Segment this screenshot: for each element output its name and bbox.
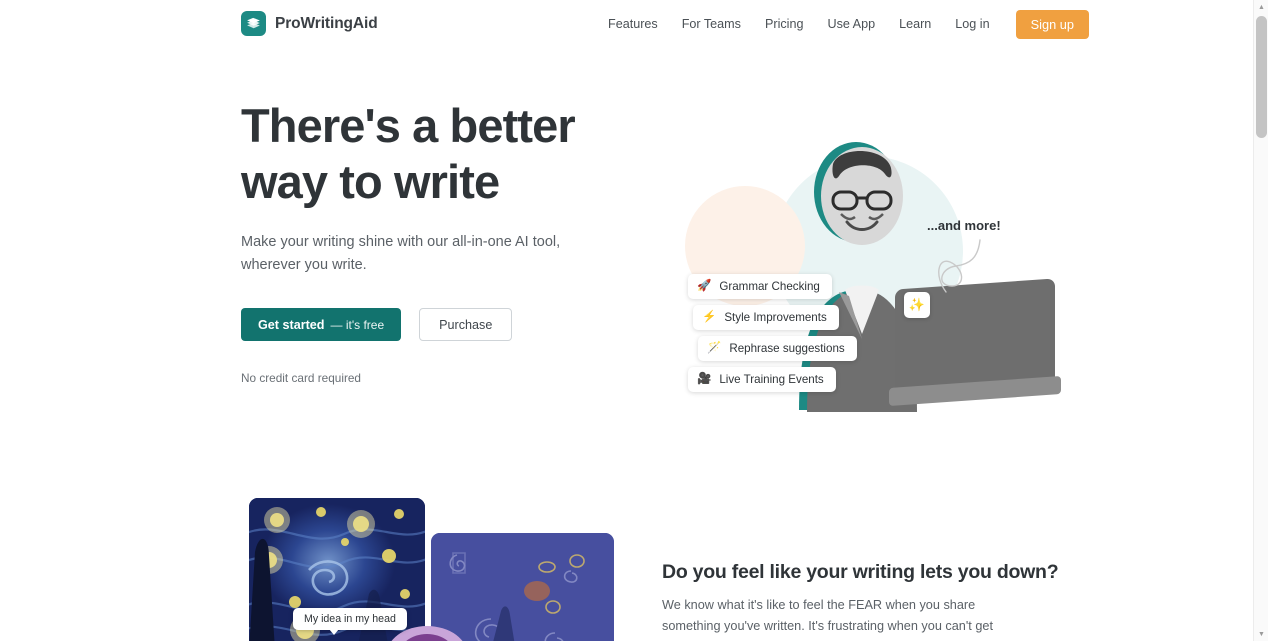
feature-chip-rephrase-suggestions: 🪄 Rephrase suggestions	[698, 336, 857, 361]
nav-link-use-app[interactable]: Use App	[815, 12, 887, 37]
hero-title-line-1: There's a better	[241, 99, 576, 152]
hero-copy: There's a better way to write Make your …	[241, 98, 641, 385]
page-viewport: ProWritingAid Features For Teams Pricing…	[0, 0, 1253, 641]
sign-up-button[interactable]: Sign up	[1015, 9, 1090, 39]
scroll-up-arrow-icon[interactable]: ▲	[1254, 0, 1268, 14]
scroll-down-arrow-icon[interactable]: ▼	[1254, 627, 1268, 641]
hero-subtitle: Make your writing shine with our all-in-…	[241, 234, 561, 273]
brand-name: ProWritingAid	[275, 14, 378, 32]
hero-illustration: ...and more! ✨ 🚀 Grammar Checking ⚡ Styl…	[655, 96, 1061, 436]
feature-chip-style-improvements: ⚡ Style Improvements	[693, 305, 839, 330]
get-started-button[interactable]: Get started — it's free	[241, 308, 402, 341]
artwork-comparison-illustration: My idea in my head	[249, 498, 624, 641]
magic-wand-icon: 🪄	[707, 341, 722, 354]
no-credit-card-note: No credit card required	[241, 371, 361, 385]
feature-chip-grammar-checking: 🚀 Grammar Checking	[688, 274, 832, 299]
get-started-label: Get started	[258, 317, 325, 332]
page-root: ProWritingAid Features For Teams Pricing…	[0, 0, 1268, 641]
feature-chip-list: 🚀 Grammar Checking ⚡ Style Improvements …	[688, 274, 857, 392]
lightning-icon: ⚡	[702, 310, 717, 323]
video-camera-icon: 🎥	[697, 372, 712, 385]
feature-chip-label: Grammar Checking	[719, 280, 820, 293]
rocket-icon: 🚀	[697, 279, 712, 292]
nav-link-pricing[interactable]: Pricing	[753, 12, 816, 37]
nav-link-log-in[interactable]: Log in	[943, 12, 1001, 37]
and-more-label: ...and more!	[927, 218, 1001, 233]
hero-section: There's a better way to write Make your …	[0, 48, 1253, 478]
nav-links: Features For Teams Pricing Use App Learn…	[596, 0, 1090, 48]
plain-blue-drawing-image	[431, 533, 614, 641]
purchase-button[interactable]: Purchase	[419, 308, 513, 341]
top-navigation-bar: ProWritingAid Features For Teams Pricing…	[0, 0, 1253, 48]
lower-copy: Do you feel like your writing lets you d…	[662, 561, 1059, 641]
feature-chip-label: Rephrase suggestions	[729, 342, 845, 355]
feature-chip-live-training-events: 🎥 Live Training Events	[688, 367, 836, 392]
vertical-scrollbar[interactable]: ▲ ▼	[1253, 0, 1268, 641]
feature-chip-label: Style Improvements	[724, 311, 827, 324]
hero-title: There's a better way to write	[241, 98, 641, 210]
squiggle-line-icon	[938, 239, 981, 293]
nav-link-learn[interactable]: Learn	[887, 12, 943, 37]
idea-caption-bubble: My idea in my head	[293, 608, 407, 635]
nav-link-for-teams[interactable]: For Teams	[670, 12, 753, 37]
hero-actions: Get started — it's free Purchase	[241, 308, 641, 341]
lower-section-title: Do you feel like your writing lets you d…	[662, 561, 1059, 583]
feature-chip-label: Live Training Events	[719, 373, 824, 386]
lower-section: My idea in my head Do you feel like your…	[0, 478, 1253, 641]
lower-section-body: We know what it's like to feel the FEAR …	[662, 598, 993, 641]
brand-logo-link[interactable]: ProWritingAid	[241, 11, 378, 36]
get-started-sublabel: — it's free	[330, 317, 385, 332]
nav-link-features[interactable]: Features	[596, 12, 670, 37]
book-logo-icon	[241, 11, 266, 36]
scrollbar-thumb[interactable]	[1256, 16, 1267, 138]
hero-title-line-2: way to write	[241, 155, 500, 208]
sparkles-icon: ✨	[904, 292, 930, 318]
